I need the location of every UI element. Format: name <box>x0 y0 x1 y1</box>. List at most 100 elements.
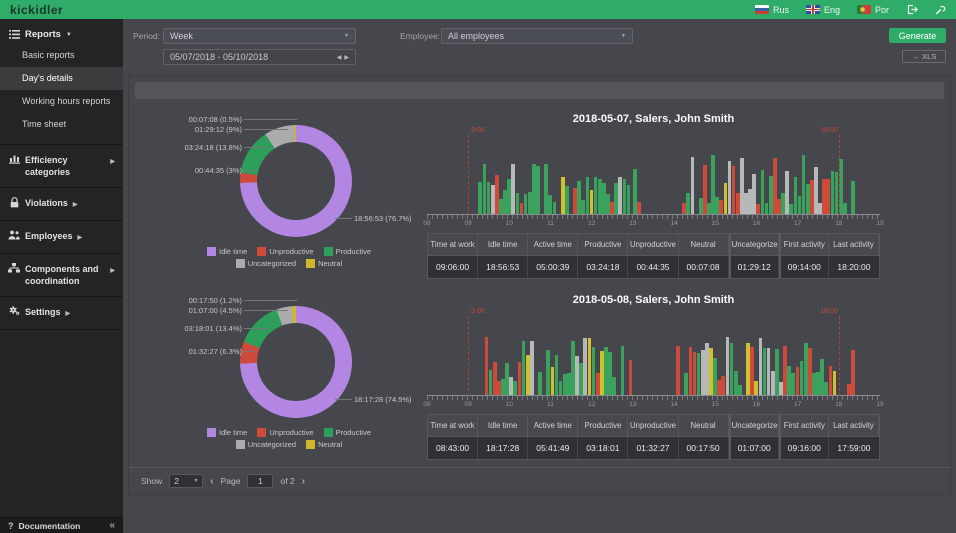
schedule-marker-start: 9:00 <box>468 316 469 396</box>
table-value-cell: 18:17:28 <box>478 437 528 459</box>
table-value-cell: 01:32:27 <box>628 437 678 459</box>
day-report-section: 00:17:50 (1.2%) 01:07:00 (4.5%) 03:18:01… <box>129 286 950 467</box>
table-header-cell: Last activity <box>829 234 879 256</box>
schedule-marker-start: 9:00 <box>468 135 469 215</box>
language-por[interactable]: Por <box>857 5 889 15</box>
schedule-marker-label: 9:00 <box>471 308 485 315</box>
next-page-button[interactable]: › <box>302 476 305 487</box>
axis-tick-label: 13 <box>629 401 636 408</box>
activity-bar <box>637 202 641 214</box>
timeline-axis <box>427 395 880 396</box>
donut-hole <box>257 142 335 220</box>
sidebar-item-efficiency-categories[interactable]: Efficiency categories ▶ <box>0 145 123 187</box>
legend-item: Idle time <box>207 428 247 437</box>
sidebar-item-time-sheet[interactable]: Time sheet <box>0 113 123 136</box>
app-logo: kickidler <box>10 3 63 17</box>
activity-bar <box>536 166 540 214</box>
documentation-link[interactable]: Documentation <box>19 521 81 531</box>
legend-label: Uncategorized <box>248 440 296 449</box>
pagination: Show 2 ▼ ‹ Page of 2 › <box>129 467 950 494</box>
language-rus[interactable]: Rus <box>755 5 789 15</box>
sidebar-item-basic-reports[interactable]: Basic reports <box>0 44 123 67</box>
table-header-cell: First activity <box>779 234 829 256</box>
page-size-select[interactable]: 2 ▼ <box>169 474 203 488</box>
activity-bar <box>691 157 695 214</box>
table-header-cell: Time at work <box>428 415 478 437</box>
date-range-input[interactable]: 05/07/2018 - 05/10/2018 ◀ ▶ <box>163 49 356 65</box>
donut-chart: 00:07:08 (0.5%) 01:29:12 (9%) 03:24:18 (… <box>137 105 427 286</box>
question-icon: ? <box>8 521 14 531</box>
page-number-input[interactable] <box>247 474 273 488</box>
sidebar-item-violations[interactable]: Violations ▶ <box>0 188 123 220</box>
language-eng[interactable]: Eng <box>806 5 840 15</box>
table-header-cell: Idle time <box>478 234 528 256</box>
donut-label-uncategorized: 01:07:00 (4.5%) <box>189 306 242 315</box>
date-next-button[interactable]: ▶ <box>344 54 349 61</box>
export-xls-button[interactable]: →XLS <box>902 50 946 63</box>
employee-value: All employees <box>448 31 504 41</box>
sidebar-item-working-hours-reports[interactable]: Working hours reports <box>0 90 123 113</box>
legend-label: Productive <box>336 247 371 256</box>
axis-tick-label: 13 <box>629 220 636 227</box>
donut-label-neutral: 00:17:50 (1.2%) <box>189 296 242 305</box>
chart-icon <box>8 154 20 164</box>
activity-bar <box>843 203 847 214</box>
timeline-minor-ticks <box>427 215 880 219</box>
sidebar-item-label: Components and coordination <box>25 263 105 287</box>
table-header-cell: Time at work <box>428 234 478 256</box>
period-label: Period: <box>133 31 160 41</box>
table-value-cell: 00:07:08 <box>679 256 729 278</box>
sidebar-item-days-details[interactable]: Day's details <box>0 67 123 90</box>
sidebar: Reports ▼ Basic reports Day's details Wo… <box>0 19 123 533</box>
donut-label-uncategorized: 01:29:12 (9%) <box>195 125 242 134</box>
collapse-sidebar-button[interactable]: « <box>109 520 115 531</box>
donut-hole <box>257 323 335 401</box>
period-select[interactable]: Week ▼ <box>163 28 356 44</box>
legend-swatch <box>207 247 216 256</box>
sidebar-item-components-coordination[interactable]: Components and coordination ▶ <box>0 254 123 296</box>
topbar: kickidler Rus Eng Por <box>0 0 956 19</box>
timeline-bars <box>427 333 880 395</box>
callout-line <box>244 328 268 329</box>
section-title: 2018-05-07, Salers, John Smith <box>427 105 880 125</box>
schedule-marker-end: 18:00 <box>839 135 840 215</box>
sitemap-icon <box>8 263 20 273</box>
sidebar-item-employees[interactable]: Employees ▶ <box>0 221 123 253</box>
sidebar-item-label: Violations <box>25 197 68 209</box>
legend-swatch <box>257 247 266 256</box>
axis-tick-label: 09 <box>465 220 472 227</box>
table-value-cell: 09:06:00 <box>428 256 478 278</box>
legend-swatch <box>324 247 333 256</box>
prev-page-button[interactable]: ‹ <box>210 476 213 487</box>
table-value-cell: 01:29:12 <box>729 256 779 278</box>
axis-tick-label: 18 <box>835 401 842 408</box>
donut-label-productive: 03:18:01 (13.4%) <box>184 324 242 333</box>
donut-label-unproductive: 01:32:27 (6.3%) <box>189 347 242 356</box>
wrench-icon[interactable] <box>935 4 946 15</box>
legend-item: Unproductive <box>257 247 313 256</box>
employee-select[interactable]: All employees ▼ <box>441 28 633 44</box>
timeline-bars <box>427 152 880 214</box>
legend-swatch <box>236 440 245 449</box>
generate-button[interactable]: Generate <box>889 28 946 43</box>
legend-label: Neutral <box>318 259 342 268</box>
donut-chart: 00:17:50 (1.2%) 01:07:00 (4.5%) 03:18:01… <box>137 286 427 467</box>
legend-item: Neutral <box>306 440 342 449</box>
activity-bar <box>627 185 631 214</box>
schedule-marker-label: 18:00 <box>820 127 838 134</box>
table-value-cell: 00:17:50 <box>679 437 729 459</box>
donut-legend: Idle timeUnproductiveProductiveUncategor… <box>144 428 434 449</box>
date-prev-button[interactable]: ◀ <box>337 54 342 61</box>
sidebar-item-label: Employees <box>25 230 73 242</box>
chevron-right-icon: ▶ <box>73 199 78 211</box>
logout-icon[interactable] <box>906 4 918 15</box>
chevron-down-icon: ▼ <box>66 32 72 38</box>
table-value-cell: 03:18:01 <box>578 437 628 459</box>
list-icon <box>8 30 20 39</box>
legend-swatch <box>306 440 315 449</box>
activity-bar <box>530 341 534 396</box>
callout-line <box>244 147 268 148</box>
sidebar-item-reports[interactable]: Reports ▼ <box>0 19 123 44</box>
sidebar-item-settings[interactable]: Settings ▶ <box>0 297 123 329</box>
table-value-cell: 05:00:39 <box>528 256 578 278</box>
